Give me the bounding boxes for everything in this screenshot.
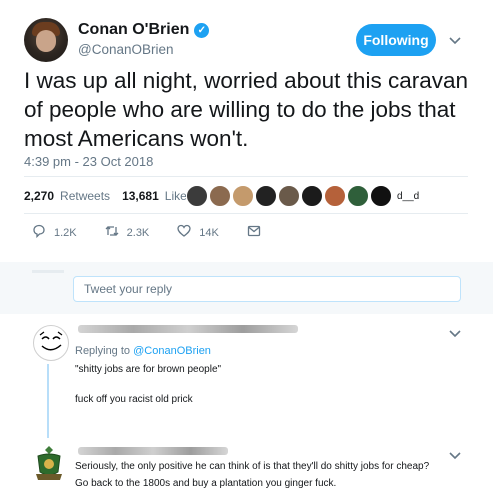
reply-avatar[interactable] xyxy=(33,325,69,361)
author-name-row[interactable]: Conan O'Brien ✓ xyxy=(78,21,210,39)
liker-avatar[interactable] xyxy=(324,185,346,207)
chevron-down-icon[interactable] xyxy=(449,32,461,48)
replying-to: Replying to @ConanOBrien xyxy=(75,345,211,357)
liker-avatar[interactable] xyxy=(186,185,208,207)
reply-text-line: Go back to the 1800s and buy a plantatio… xyxy=(75,478,337,489)
reply-text-line: fuck off you racist old prick xyxy=(75,394,193,405)
likes-count[interactable]: 13,681 xyxy=(122,189,159,203)
liker-avatar[interactable] xyxy=(232,185,254,207)
retweets-count[interactable]: 2,270 xyxy=(24,189,54,203)
likers-more[interactable]: d__d xyxy=(397,191,419,202)
reply-action[interactable]: 1.2K xyxy=(32,224,77,241)
following-button[interactable]: Following xyxy=(356,24,436,56)
liker-avatar[interactable] xyxy=(255,185,277,207)
replying-to-prefix: Replying to xyxy=(75,345,131,357)
divider xyxy=(32,270,64,273)
retweet-icon[interactable] xyxy=(105,224,119,241)
reply-avatar[interactable] xyxy=(33,444,65,484)
reply-input[interactable]: Tweet your reply xyxy=(73,276,461,302)
tweet-text: I was up all night, worried about this c… xyxy=(24,68,468,151)
retweet-action[interactable]: 2.3K xyxy=(105,224,150,241)
author-avatar[interactable] xyxy=(24,18,68,62)
replying-to-mention[interactable]: @ConanOBrien xyxy=(133,345,211,357)
verified-icon: ✓ xyxy=(194,22,210,38)
tweet-actions: 1.2K 2.3K 14K xyxy=(32,224,261,241)
reply-text-line: "shitty jobs are for brown people" xyxy=(75,364,222,375)
tweet-timestamp[interactable]: 4:39 pm - 23 Oct 2018 xyxy=(24,154,153,169)
redacted-username xyxy=(78,447,228,455)
crest-icon xyxy=(36,446,62,480)
reply-count: 1.2K xyxy=(54,226,77,239)
tweet-stats: 2,270 Retweets 13,681 Likes xyxy=(24,189,193,203)
like-count: 14K xyxy=(199,226,219,239)
retweet-count: 2.3K xyxy=(126,226,150,239)
liker-avatar[interactable] xyxy=(278,185,300,207)
thread-connector xyxy=(47,364,49,438)
author-name[interactable]: Conan O'Brien xyxy=(78,21,189,39)
liker-avatar[interactable] xyxy=(347,185,369,207)
author-handle[interactable]: @ConanOBrien xyxy=(78,42,174,57)
avatar-face xyxy=(36,30,56,52)
troll-face-icon xyxy=(35,327,67,359)
direct-message-action[interactable] xyxy=(247,224,261,241)
likers-avatars[interactable]: d__d xyxy=(186,185,419,207)
redacted-username xyxy=(78,325,298,333)
liker-avatar[interactable] xyxy=(370,185,392,207)
like-icon[interactable] xyxy=(177,224,191,241)
divider xyxy=(24,213,468,214)
retweets-label[interactable]: Retweets xyxy=(60,189,110,203)
liker-avatar[interactable] xyxy=(209,185,231,207)
chevron-down-icon[interactable] xyxy=(449,447,461,463)
reply-text-line: Seriously, the only positive he can thin… xyxy=(75,461,430,472)
reply-icon[interactable] xyxy=(32,224,46,241)
direct-message-icon[interactable] xyxy=(247,224,261,241)
like-action[interactable]: 14K xyxy=(177,224,219,241)
liker-avatar[interactable] xyxy=(301,185,323,207)
divider xyxy=(24,176,468,177)
chevron-down-icon[interactable] xyxy=(449,325,461,341)
